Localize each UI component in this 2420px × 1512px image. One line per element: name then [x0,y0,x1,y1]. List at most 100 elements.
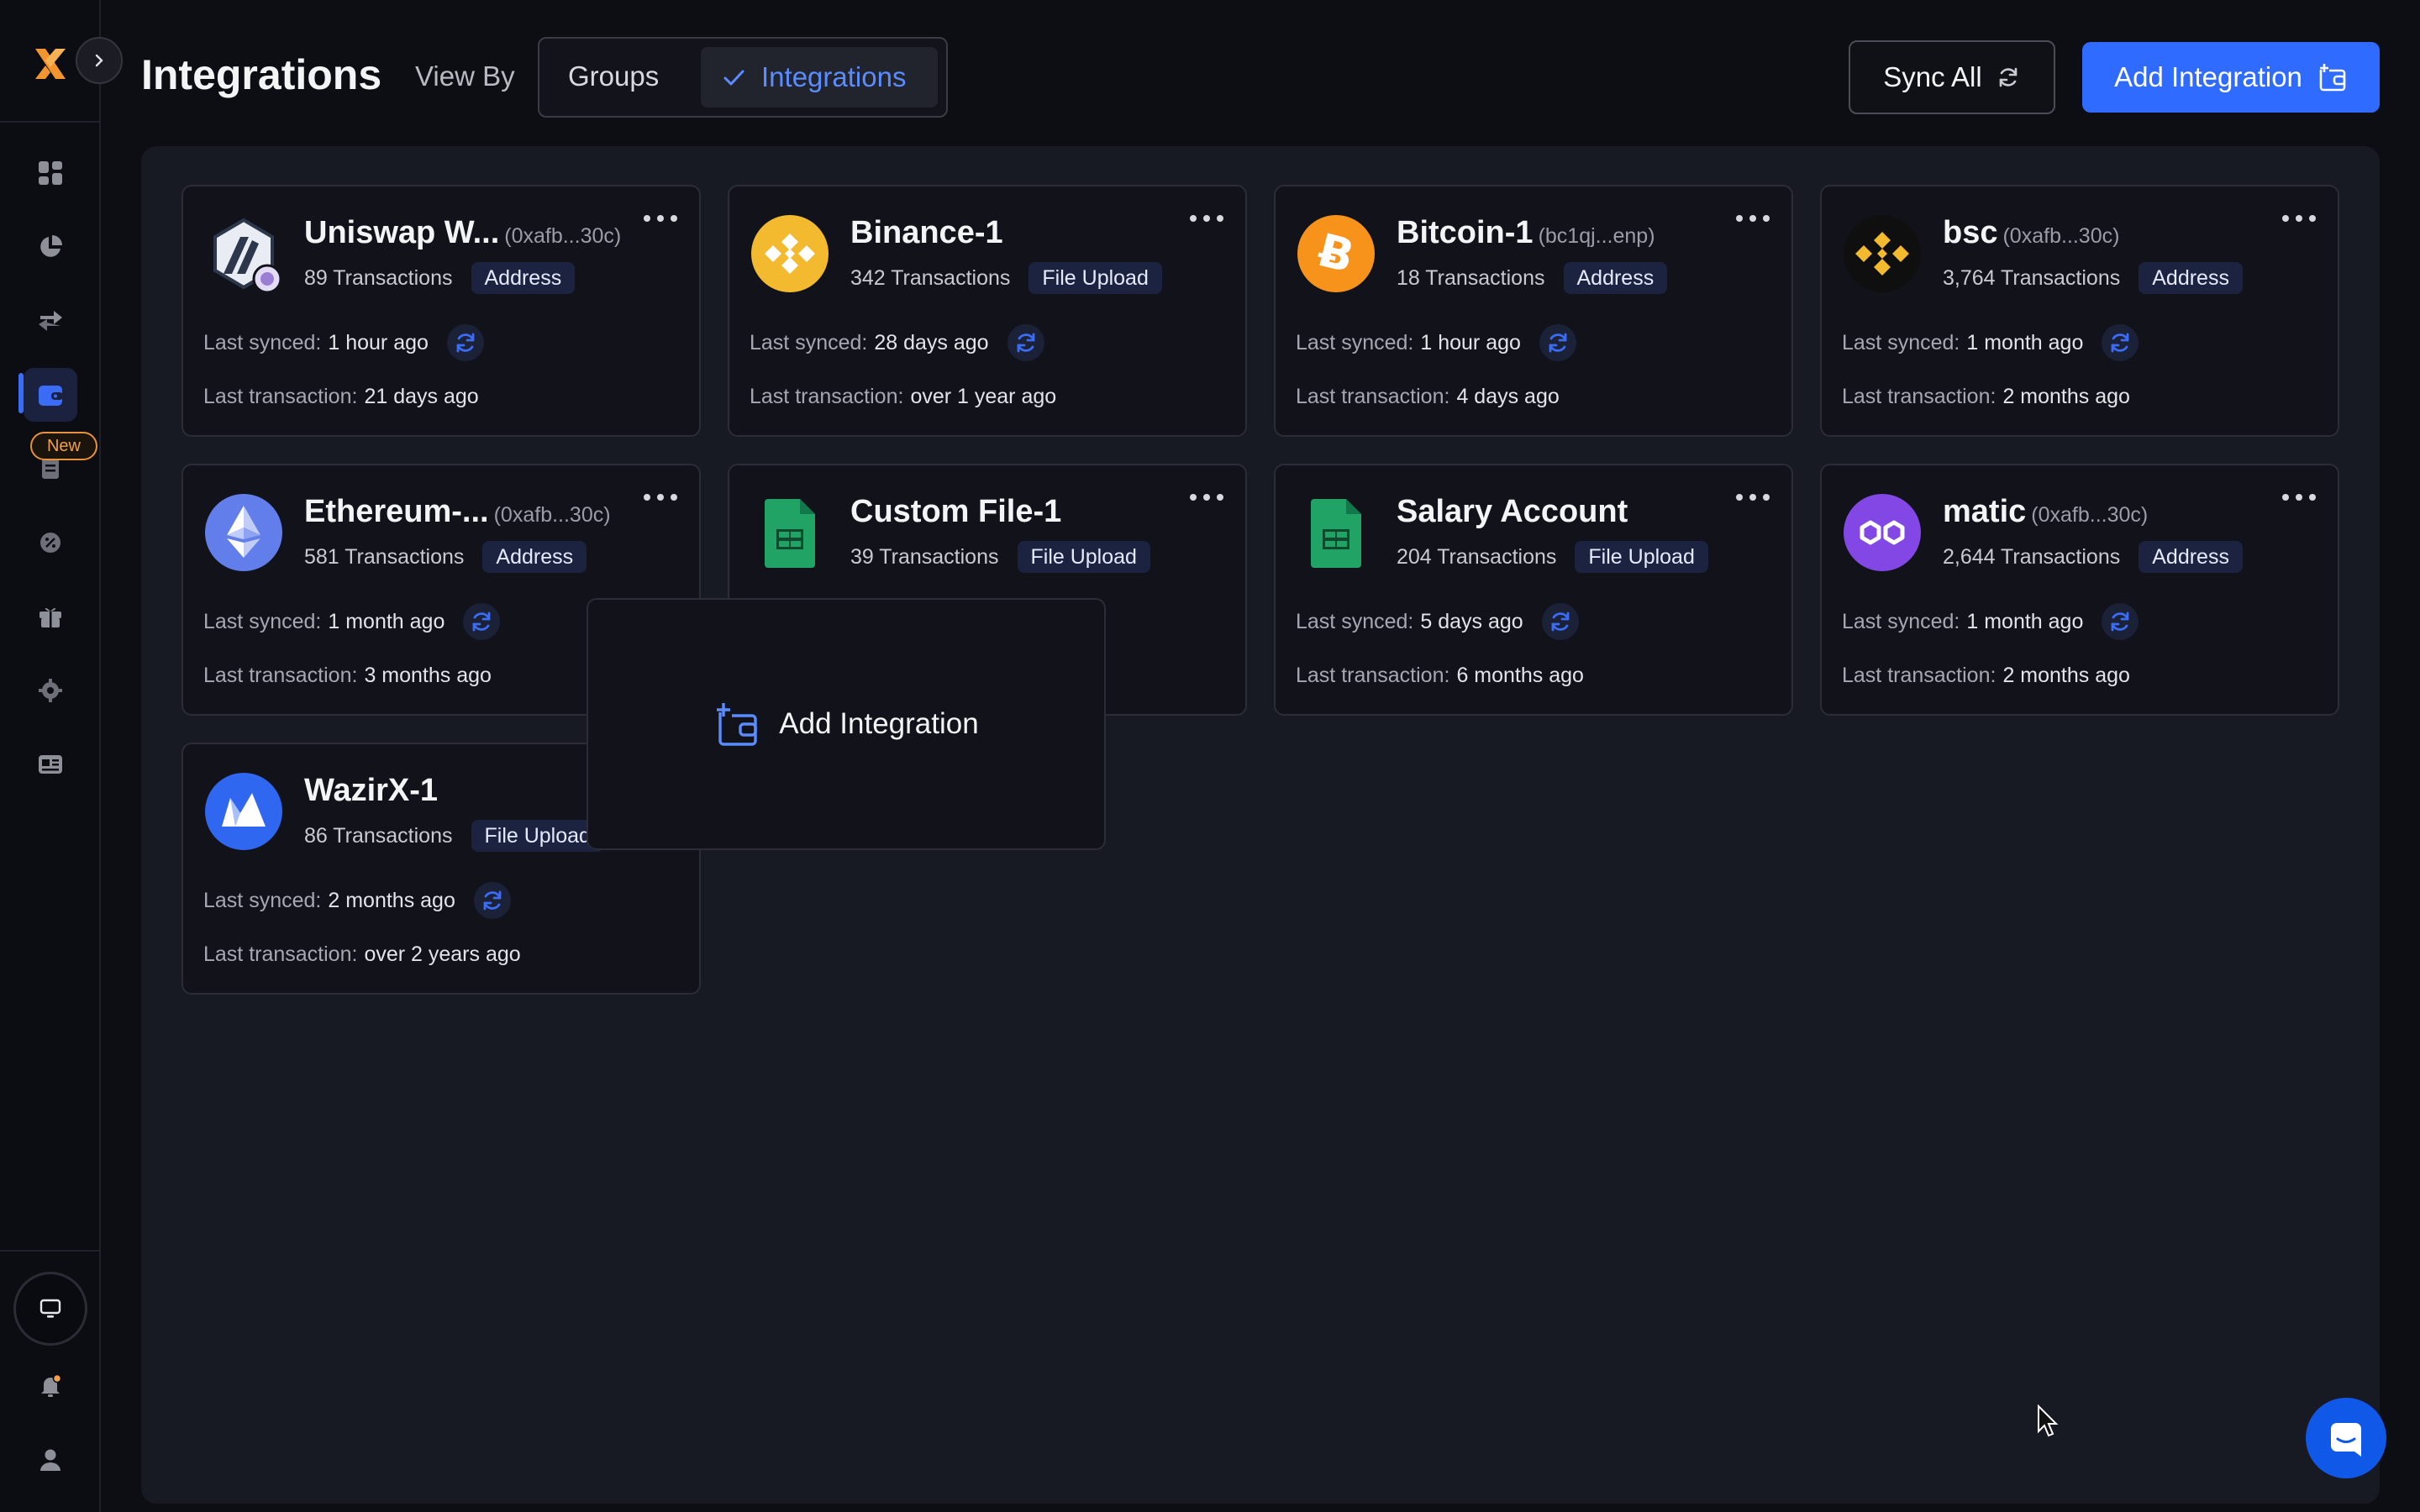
last-transaction-label: Last transaction: [203,664,358,687]
integration-type-badge: Address [2139,262,2243,294]
integration-card[interactable]: Ƀ Bitcoin-1 (bc1qj...enp) 18 Transactions Ad… [1274,185,1793,437]
add-wallet-icon [717,703,757,746]
last-synced-label: Last synced: [1296,609,1414,633]
sync-button[interactable] [2102,603,2139,640]
sync-button[interactable] [2102,324,2139,361]
last-transaction-value: 21 days ago [364,385,479,408]
mouse-cursor [2037,1404,2059,1442]
integration-address: (0xafb...30c) [2002,224,2120,248]
bitcoin-icon: Ƀ [1297,215,1375,292]
integration-name: Ethereum-... [304,494,489,529]
more-options-icon[interactable] [1190,494,1223,506]
sidebar-item-news[interactable] [24,738,77,791]
monitor-icon [39,1299,61,1318]
sync-all-button[interactable]: Sync All [1849,40,2055,114]
last-transaction-value: 3 months ago [364,664,492,687]
new-badge: New [30,432,97,460]
last-transaction-row: Last transaction: over 2 years ago [203,942,521,967]
profile-button[interactable] [24,1433,77,1487]
chevron-right-icon [95,54,103,67]
last-synced-row: Last synced: 1 month ago [1842,324,2139,361]
check-icon [723,70,744,86]
integration-card[interactable]: bsc (0xafb...30c) 3,764 Transactions Addres… [1820,185,2339,437]
last-synced-value: 1 hour ago [328,330,429,354]
sidebar-item-rewards[interactable] [24,590,77,643]
support-chat-button[interactable] [2306,1398,2386,1478]
refresh-icon [1549,333,1567,353]
sync-button[interactable] [1541,603,1579,640]
sync-button[interactable] [463,603,501,640]
sidebar-item-transactions[interactable] [24,294,77,348]
sync-all-label: Sync All [1883,61,1982,92]
last-synced-value: 1 month ago [328,609,445,633]
sidebar-divider [0,1250,101,1252]
sidebar-item-dashboard[interactable] [24,146,77,200]
integration-type-badge: Address [2139,541,2243,573]
user-icon [40,1449,60,1471]
refresh-icon [483,890,502,911]
last-synced-row: Last synced: 1 month ago [1842,603,2139,640]
add-integration-card[interactable]: Add Integration [587,598,1106,850]
integration-address: (bc1qj...enp) [1538,224,1655,248]
spreadsheet-icon [751,494,829,571]
integration-name: matic [1943,494,2027,529]
last-transaction-value: 6 months ago [1456,664,1584,687]
last-transaction-label: Last transaction: [750,385,904,408]
last-transaction-label: Last transaction: [1296,385,1450,408]
more-options-icon[interactable] [1736,494,1770,506]
add-integration-label: Add Integration [2114,61,2302,92]
last-synced-label: Last synced: [203,330,322,354]
sidebar-item-portfolio[interactable] [24,220,77,274]
view-option-integrations[interactable]: Integrations [701,47,938,108]
display-mode-button[interactable] [13,1272,87,1346]
more-options-icon[interactable] [1736,215,1770,227]
more-options-icon[interactable] [1190,215,1223,227]
app-logo-icon[interactable] [32,45,69,82]
integration-name: Binance-1 [850,215,1003,250]
more-options-icon[interactable] [2282,215,2316,227]
sync-button[interactable] [1007,324,1044,361]
sidebar-item-settings[interactable] [24,664,77,717]
view-by-label: View By [415,60,515,92]
more-options-icon[interactable] [644,494,677,506]
add-integration-button[interactable]: Add Integration [2082,42,2380,113]
last-synced-row: Last synced: 1 month ago [203,603,501,640]
more-options-icon[interactable] [2282,494,2316,506]
integration-address: (0xafb...30c) [493,503,611,527]
gift-icon [39,607,61,627]
transaction-count: 581 Transactions [304,544,465,569]
integration-card[interactable]: Uniswap W... (0xafb...30c) 89 Transactions… [182,185,701,437]
sidebar-item-integrations[interactable] [24,368,77,422]
last-transaction-row: Last transaction: 2 months ago [1842,664,2130,688]
dashboard-icon [39,161,62,185]
notifications-button[interactable] [24,1359,77,1413]
sync-button[interactable] [473,882,511,919]
view-option-groups[interactable]: Groups [568,60,659,92]
expand-sidebar-button[interactable] [76,37,123,84]
transaction-count: 18 Transactions [1397,265,1545,290]
last-synced-label: Last synced: [203,888,322,912]
transaction-count: 204 Transactions [1397,544,1557,569]
last-transaction-row: Last transaction: 2 months ago [1842,385,2130,409]
sidebar-item-tax[interactable] [24,516,77,570]
last-transaction-label: Last transaction: [1842,664,1996,687]
integration-card[interactable]: Binance-1 342 Transactions File Upload Last… [728,185,1247,437]
integration-name: Salary Account [1397,494,1628,529]
transaction-count: 86 Transactions [304,823,453,848]
last-synced-label: Last synced: [203,609,322,633]
sync-button[interactable] [1539,324,1576,361]
sync-button[interactable] [446,324,484,361]
integration-type-badge: Address [471,262,576,294]
last-transaction-row: Last transaction: 4 days ago [1296,385,1560,409]
more-options-icon[interactable] [644,215,677,227]
last-transaction-label: Last transaction: [1842,385,1996,408]
integration-card[interactable]: Salary Account 204 Transactions File Uploa… [1274,464,1793,716]
add-wallet-icon [2319,64,2346,92]
integration-type-badge: File Upload [1017,541,1150,573]
integration-name: Bitcoin-1 [1397,215,1534,250]
last-synced-value: 2 months ago [328,888,455,912]
refresh-icon [1999,67,2017,87]
last-synced-value: 5 days ago [1420,609,1523,633]
integration-card[interactable]: matic (0xafb...30c) 2,644 Transactions Addr… [1820,464,2339,716]
add-integration-card-label: Add Integration [779,707,979,740]
